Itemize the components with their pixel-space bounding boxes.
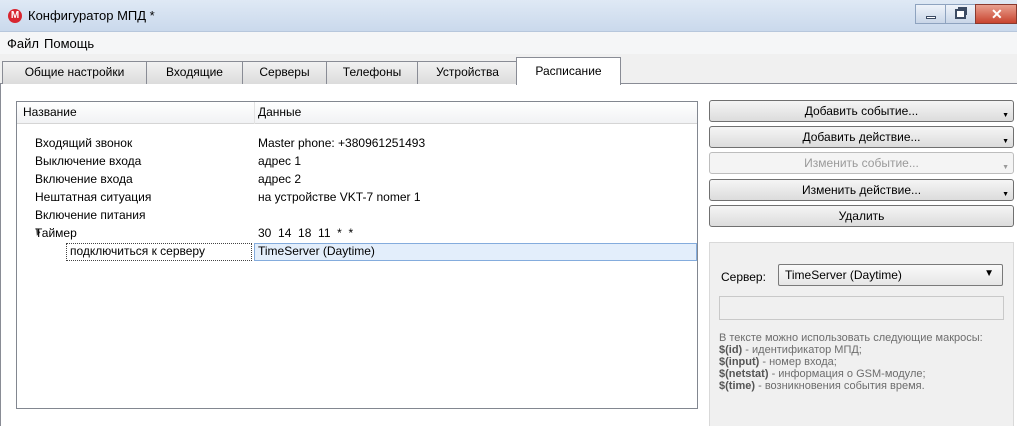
- edit-event-button[interactable]: Изменить событие... ▼: [709, 152, 1014, 174]
- macro-desc: - идентификатор МПД;: [742, 344, 862, 356]
- minimize-icon: [926, 16, 936, 19]
- row-name: подключиться к серверу: [70, 244, 205, 258]
- macro-line: $(input) - номер входа;: [719, 356, 1009, 368]
- edit-event-label: Изменить событие...: [804, 156, 919, 170]
- title-bar: M Конфигуратор МПД * ✕: [0, 0, 1017, 32]
- tree-row[interactable]: Включение питания: [17, 207, 697, 225]
- dropdown-arrow-icon: ▼: [1002, 191, 1009, 198]
- delete-button[interactable]: Удалить: [709, 205, 1014, 227]
- macro-name: $(netstat): [719, 368, 769, 380]
- macro-desc: - возникновения события время.: [755, 380, 925, 392]
- tab-phones[interactable]: Телефоны: [326, 61, 418, 84]
- edit-action-button[interactable]: Изменить действие... ▼: [709, 179, 1014, 201]
- macro-line: $(id) - идентификатор МПД;: [719, 344, 1009, 356]
- row-name: Включение питания: [35, 208, 146, 222]
- menu-bar: Файл Помощь: [0, 32, 1017, 54]
- macro-line: $(time) - возникновения события время.: [719, 380, 1009, 392]
- row-data: на устройстве VKT-7 nomer 1: [258, 190, 421, 204]
- menu-file[interactable]: Файл: [7, 36, 39, 51]
- row-name: Таймер: [35, 226, 77, 240]
- close-button[interactable]: ✕: [975, 4, 1017, 24]
- window-controls: ✕: [915, 4, 1017, 24]
- row-name: Включение входа: [35, 172, 133, 186]
- server-panel: Сервер: TimeServer (Daytime) ▼ В тексте …: [709, 242, 1014, 426]
- server-select[interactable]: TimeServer (Daytime) ▼: [778, 264, 1003, 286]
- tree-row[interactable]: Входящий звонок Master phone: +380961251…: [17, 135, 697, 153]
- macro-desc: - номер входа;: [759, 356, 837, 368]
- app-logo-icon: M: [8, 9, 22, 23]
- row-data: Master phone: +380961251493: [258, 136, 426, 150]
- dropdown-arrow-icon: ▼: [1002, 138, 1009, 145]
- dropdown-arrow-icon: ▼: [1002, 112, 1009, 119]
- tab-devices[interactable]: Устройства: [417, 61, 518, 84]
- schedule-tree[interactable]: Название Данные Входящий звонок Master p…: [16, 101, 698, 409]
- edit-action-label: Изменить действие...: [801, 183, 922, 197]
- tab-general-settings[interactable]: Общие настройки: [2, 61, 147, 84]
- menu-help[interactable]: Помощь: [44, 36, 94, 51]
- row-name: Нештатная ситуация: [35, 190, 152, 204]
- row-data: адрес 1: [258, 154, 302, 168]
- window-title: Конфигуратор МПД *: [28, 8, 155, 23]
- add-action-label: Добавить действие...: [802, 130, 921, 144]
- macro-name: $(input): [719, 356, 760, 368]
- tree-row-timer[interactable]: Таймер 30 14 18 11 * *: [17, 225, 697, 243]
- column-data-header[interactable]: Данные: [258, 105, 301, 119]
- tree-row[interactable]: Выключение входа адрес 1: [17, 153, 697, 171]
- add-event-button[interactable]: Добавить событие... ▼: [709, 100, 1014, 122]
- tree-header: Название Данные: [17, 102, 697, 124]
- tree-row-selected[interactable]: подключиться к серверу TimeServer (Dayti…: [17, 243, 697, 261]
- row-data: 30 14 18 11 * *: [258, 226, 354, 240]
- minimize-button[interactable]: [915, 4, 945, 24]
- macro-desc: - информация о GSM-модуле;: [768, 368, 926, 380]
- tab-schedule[interactable]: Расписание: [516, 57, 621, 85]
- row-name: Входящий звонок: [35, 136, 133, 150]
- tree-row[interactable]: Включение входа адрес 2: [17, 171, 697, 189]
- server-label: Сервер:: [721, 270, 766, 284]
- dropdown-arrow-icon: ▼: [1002, 164, 1009, 171]
- tab-strip: Общие настройки Входящие Серверы Телефон…: [0, 54, 1017, 85]
- maximize-button[interactable]: [945, 4, 975, 24]
- close-icon: ✕: [991, 6, 1003, 22]
- dropdown-arrow-icon: ▼: [984, 268, 994, 279]
- message-text-input[interactable]: [719, 296, 1004, 320]
- add-event-label: Добавить событие...: [804, 104, 919, 118]
- row-data: TimeServer (Daytime): [258, 244, 375, 258]
- delete-label: Удалить: [838, 209, 885, 223]
- column-separator: [254, 102, 255, 124]
- help-intro: В тексте можно использовать следующие ма…: [719, 332, 983, 344]
- macro-line: $(netstat) - информация о GSM-модуле;: [719, 368, 1009, 380]
- row-data: адрес 2: [258, 172, 302, 186]
- tree-row[interactable]: Нештатная ситуация на устройстве VKT-7 n…: [17, 189, 697, 207]
- server-select-value: TimeServer (Daytime): [785, 268, 902, 282]
- add-action-button[interactable]: Добавить действие... ▼: [709, 126, 1014, 148]
- schedule-page: Название Данные Входящий звонок Master p…: [0, 84, 1017, 426]
- column-name-header[interactable]: Название: [23, 105, 77, 119]
- macro-help-text: В тексте можно использовать следующие ма…: [719, 332, 1009, 392]
- tab-servers[interactable]: Серверы: [242, 61, 327, 84]
- macro-name: $(id): [719, 344, 743, 356]
- macro-name: $(time): [719, 380, 756, 392]
- restore-icon-front: [955, 9, 966, 19]
- row-name: Выключение входа: [35, 154, 142, 168]
- tab-incoming[interactable]: Входящие: [146, 61, 243, 84]
